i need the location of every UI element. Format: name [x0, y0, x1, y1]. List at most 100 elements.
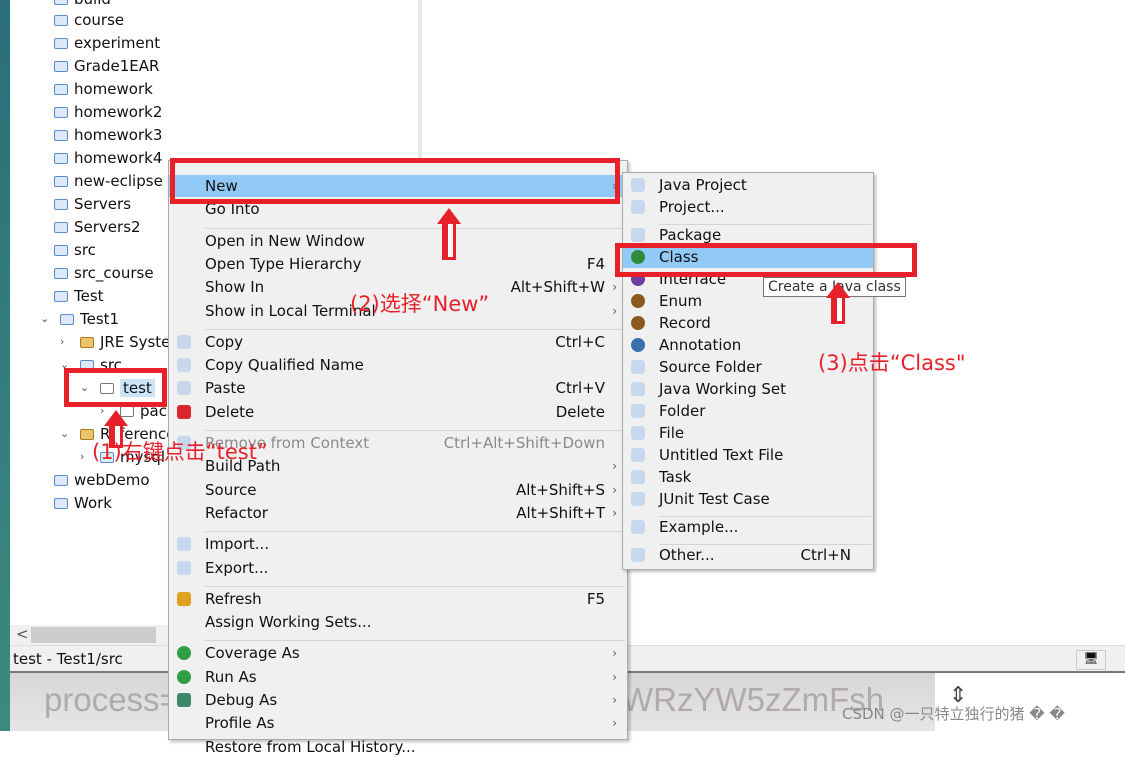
text-file-icon — [631, 448, 645, 462]
tree-item-new-eclipse[interactable]: new-eclipse — [54, 170, 163, 192]
menu-item-debug-as[interactable]: Debug As › — [169, 689, 627, 711]
menu-item-copy-qualified-name[interactable]: Copy Qualified Name — [169, 354, 627, 376]
menu-item-open-type-hierarchy[interactable]: Open Type Hierarchy F4 — [169, 253, 627, 275]
menu-item-label: Paste — [205, 379, 246, 398]
menu-item-paste[interactable]: Paste Ctrl+V — [169, 377, 627, 399]
menu-separator — [205, 640, 625, 642]
project-icon — [631, 200, 645, 214]
menu-item-label: Delete — [205, 402, 255, 421]
menu-item-label: Refactor — [205, 503, 268, 522]
tree-item-label: Grade1EAR — [74, 57, 160, 75]
menu-item-java-working-set[interactable]: Java Working Set — [623, 378, 873, 400]
tree-item-servers2[interactable]: Servers2 — [54, 216, 141, 238]
menu-item-assign-working-sets[interactable]: Assign Working Sets... — [169, 611, 627, 633]
package-icon — [631, 228, 645, 242]
submenu-arrow-icon: › — [612, 693, 617, 707]
menu-item-refresh[interactable]: Refresh F5 — [169, 588, 627, 610]
source-folder-icon — [631, 360, 645, 374]
folder-icon — [54, 176, 68, 187]
menu-item-project[interactable]: Project... — [623, 196, 873, 218]
menu-item-shortcut: Alt+Shift+T — [516, 503, 605, 522]
menu-separator — [205, 531, 625, 533]
scroll-left-icon[interactable]: < — [16, 625, 29, 643]
menu-item-task[interactable]: Task — [623, 466, 873, 488]
chevron-right-icon[interactable]: › — [80, 446, 84, 468]
annotation-arrow-class — [826, 282, 850, 324]
folder-icon — [54, 245, 68, 256]
coverage-icon — [177, 646, 191, 661]
menu-item-import[interactable]: Import... — [169, 533, 627, 555]
menu-separator — [205, 585, 625, 587]
tree-item-experiment[interactable]: experiment — [54, 32, 160, 54]
menu-item-other[interactable]: Other... Ctrl+N — [623, 544, 873, 566]
project-icon — [60, 314, 74, 325]
menu-item-example[interactable]: Example... — [623, 516, 873, 538]
tree-item-label: src_course — [74, 264, 154, 282]
menu-item-label: Task — [659, 468, 692, 486]
menu-item-copy[interactable]: Copy Ctrl+C — [169, 331, 627, 353]
menu-item-label: File — [659, 424, 685, 442]
tree-item-label: Test — [74, 287, 104, 305]
menu-item-label: Source — [205, 480, 257, 499]
annotation-icon — [631, 338, 645, 352]
menu-item-label: Copy Qualified Name — [205, 356, 364, 375]
tree-item-servers[interactable]: Servers — [54, 193, 131, 215]
chevron-right-icon[interactable]: › — [60, 331, 64, 353]
menu-item-junit-test-case[interactable]: JUnit Test Case — [623, 488, 873, 510]
submenu-arrow-icon: › — [612, 459, 617, 474]
menu-item-label: Record — [659, 314, 711, 332]
tree-item-src[interactable]: src — [54, 239, 96, 261]
annotation-step3: (3)点击“Class" — [818, 351, 966, 375]
menu-item-label: Refresh — [205, 589, 262, 608]
menu-item-delete[interactable]: Delete Delete — [169, 401, 627, 423]
tree-item-course[interactable]: course — [54, 9, 124, 31]
menu-item-file[interactable]: File — [623, 422, 873, 444]
menu-item-untitled-text-file[interactable]: Untitled Text File — [623, 444, 873, 466]
chevron-down-icon[interactable]: ⌄ — [60, 423, 69, 445]
tree-item-src_course[interactable]: src_course — [54, 262, 154, 284]
tree-item-grade1ear[interactable]: Grade1EAR — [54, 55, 159, 77]
tree-item-homework2[interactable]: homework2 — [54, 101, 162, 123]
menu-item-label: Java Working Set — [659, 380, 787, 398]
tree-item-homework3[interactable]: homework3 — [54, 124, 162, 146]
annotation-arrow-new — [437, 208, 461, 260]
desktop-edge — [0, 0, 10, 731]
folder-icon — [631, 404, 645, 418]
working-set-icon — [631, 382, 645, 396]
chevron-down-icon[interactable]: ⌄ — [40, 308, 49, 330]
folder-icon — [54, 107, 68, 118]
submenu-arrow-icon: › — [612, 482, 617, 497]
menu-item-shortcut: Alt+Shift+S — [515, 480, 605, 499]
tree-item-homework4[interactable]: homework4 — [54, 147, 162, 169]
tree-item-homework[interactable]: homework — [54, 78, 153, 100]
tree-item-webdemo[interactable]: webDemo — [54, 469, 150, 491]
menu-item-export[interactable]: Export... — [169, 557, 627, 579]
menu-item-coverage-as[interactable]: Coverage As › — [169, 642, 627, 664]
status-text: test - Test1/src — [13, 650, 123, 668]
menu-item-refactor[interactable]: Refactor Alt+Shift+T › — [169, 502, 627, 524]
scrollbar-thumb[interactable] — [31, 627, 156, 643]
task-icon — [631, 470, 645, 484]
menu-item-label: Project... — [659, 198, 725, 216]
tree-item-test[interactable]: Test — [54, 285, 104, 307]
tree-item-label: webDemo — [74, 471, 150, 489]
folder-icon — [54, 15, 68, 26]
tree-item-label: homework4 — [74, 149, 163, 167]
menu-item-run-as[interactable]: Run As › — [169, 666, 627, 688]
tree-item-label: experiment — [74, 34, 161, 52]
remote-system-icon[interactable]: 🖥 — [1076, 650, 1106, 670]
enum-icon — [631, 294, 645, 308]
menu-item-label: Open in New Window — [205, 231, 365, 250]
menu-item-java-project[interactable]: Java Project — [623, 174, 873, 196]
menu-item-folder[interactable]: Folder — [623, 400, 873, 422]
menu-item-label: Assign Working Sets... — [205, 613, 372, 632]
tree-item-work[interactable]: Work — [54, 492, 112, 514]
menu-item-open-in-new-window[interactable]: Open in New Window — [169, 230, 627, 252]
menu-item-shortcut: Alt+Shift+W — [510, 278, 605, 297]
folder-icon — [54, 498, 68, 509]
menu-item-shortcut: Delete — [555, 402, 605, 421]
tree-item-test1[interactable]: ⌄ Test1 — [40, 308, 119, 330]
menu-item-restore-from-local-history[interactable]: Restore from Local History... — [169, 736, 627, 758]
menu-item-label: Example... — [659, 518, 739, 536]
menu-item-source[interactable]: Source Alt+Shift+S › — [169, 479, 627, 501]
